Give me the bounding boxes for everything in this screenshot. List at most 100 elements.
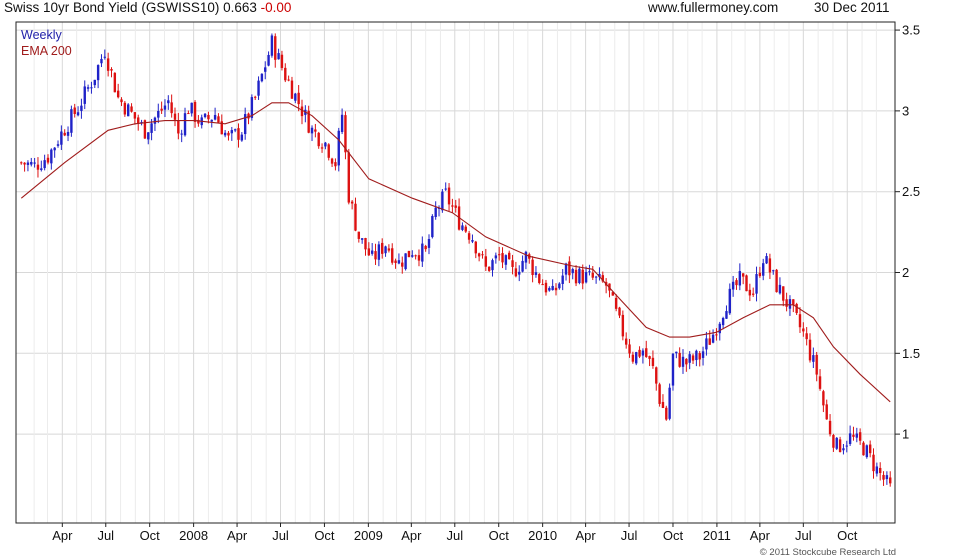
candle-body	[651, 357, 655, 366]
candle-body	[177, 120, 180, 134]
candle-body	[193, 102, 197, 122]
candle-body	[621, 314, 625, 337]
candle-body	[631, 354, 635, 362]
candle-body	[86, 87, 90, 89]
candle-body	[213, 114, 217, 120]
candle-body	[421, 243, 424, 262]
candle-body	[588, 271, 591, 273]
candle-body	[675, 351, 678, 354]
candle-body	[401, 262, 404, 267]
candle-body	[795, 303, 798, 314]
candle-body	[551, 285, 554, 291]
candle-body	[237, 128, 240, 140]
candle-body	[548, 288, 551, 291]
candle-body	[26, 162, 30, 165]
candle-body	[518, 271, 521, 275]
candle-body	[852, 434, 855, 437]
candle-body	[427, 239, 431, 248]
candle-body	[521, 260, 524, 272]
candle-body	[120, 99, 123, 103]
candle-body	[334, 162, 337, 167]
candle-body	[43, 160, 46, 169]
candle-body	[217, 116, 220, 123]
candle-body	[648, 356, 651, 359]
candle-body	[434, 207, 437, 218]
candle-body	[270, 35, 274, 56]
x-tick-label: Apr	[401, 528, 422, 543]
candle-body	[227, 132, 230, 136]
candle-body	[738, 271, 742, 286]
candle-body	[762, 263, 765, 276]
candle-body	[314, 129, 317, 132]
candle-body	[775, 269, 778, 293]
candle-body	[180, 133, 183, 135]
candle-body	[90, 87, 93, 89]
candle-body	[384, 246, 387, 254]
candle-body	[581, 269, 584, 284]
candle-body	[688, 354, 691, 363]
candle-body	[277, 53, 280, 60]
candle-body	[337, 130, 340, 166]
candle-body	[153, 117, 157, 124]
candle-body	[364, 238, 367, 250]
candle-body	[695, 350, 698, 361]
candle-body	[474, 241, 477, 254]
candle-body	[778, 284, 782, 294]
candle-body	[190, 102, 193, 114]
candle-body	[735, 280, 738, 286]
x-axis: Apr Jul Oct 2008 Apr Jul Oct 2009 Apr Jul Oct 2010 A…	[52, 523, 858, 543]
candle-body	[471, 240, 474, 242]
candle-body	[160, 108, 163, 111]
candle-body	[310, 127, 314, 134]
candle-body	[447, 187, 451, 205]
candle-body	[330, 158, 334, 164]
candle-body	[487, 266, 491, 271]
candle-body	[411, 255, 414, 257]
legend-entry: Weekly	[21, 28, 63, 42]
candle-body	[889, 477, 892, 484]
candle-body	[751, 293, 755, 295]
candle-body	[137, 117, 140, 124]
candle-body	[574, 269, 578, 284]
candle-body	[655, 367, 658, 384]
candle-body	[705, 338, 708, 350]
y-axis: 3.5 3 2.5 2 1.5 1	[895, 23, 920, 442]
candles	[20, 33, 892, 487]
x-tick-label: Jul	[446, 528, 463, 543]
candle-body	[497, 254, 501, 256]
candle-body	[868, 444, 872, 454]
candle-body	[661, 401, 665, 408]
candle-body	[477, 253, 481, 257]
candle-body	[665, 407, 668, 420]
candle-body	[123, 102, 127, 115]
candle-body	[290, 80, 294, 99]
candle-body	[561, 275, 564, 284]
candle-body	[127, 104, 130, 117]
candle-body	[414, 255, 417, 257]
candle-body	[66, 131, 70, 136]
candle-body	[491, 260, 494, 271]
candle-body	[544, 282, 548, 293]
candle-body	[568, 261, 571, 276]
candle-body	[614, 297, 618, 309]
candle-body	[73, 107, 76, 115]
price-chart: 3.532.521.51 Apr Jul Oct 2008 Apr Jul Oct 2009 A…	[15, 21, 920, 543]
candle-body	[23, 162, 26, 165]
candle-body	[46, 157, 50, 163]
candle-body	[484, 256, 488, 267]
candle-body	[454, 205, 457, 208]
candle-body	[785, 299, 788, 307]
x-tick-label: 2008	[179, 528, 208, 543]
candle-body	[240, 134, 244, 141]
candle-body	[347, 152, 350, 203]
x-tick-label: Apr	[750, 528, 771, 543]
candle-body	[858, 432, 862, 441]
candle-body	[721, 317, 725, 326]
candle-body	[350, 201, 354, 204]
candle-body	[671, 353, 675, 386]
candle-body	[805, 333, 808, 340]
candle-body	[514, 268, 518, 277]
candle-body	[882, 474, 885, 480]
candle-body	[260, 73, 264, 82]
candle-body	[357, 231, 361, 239]
